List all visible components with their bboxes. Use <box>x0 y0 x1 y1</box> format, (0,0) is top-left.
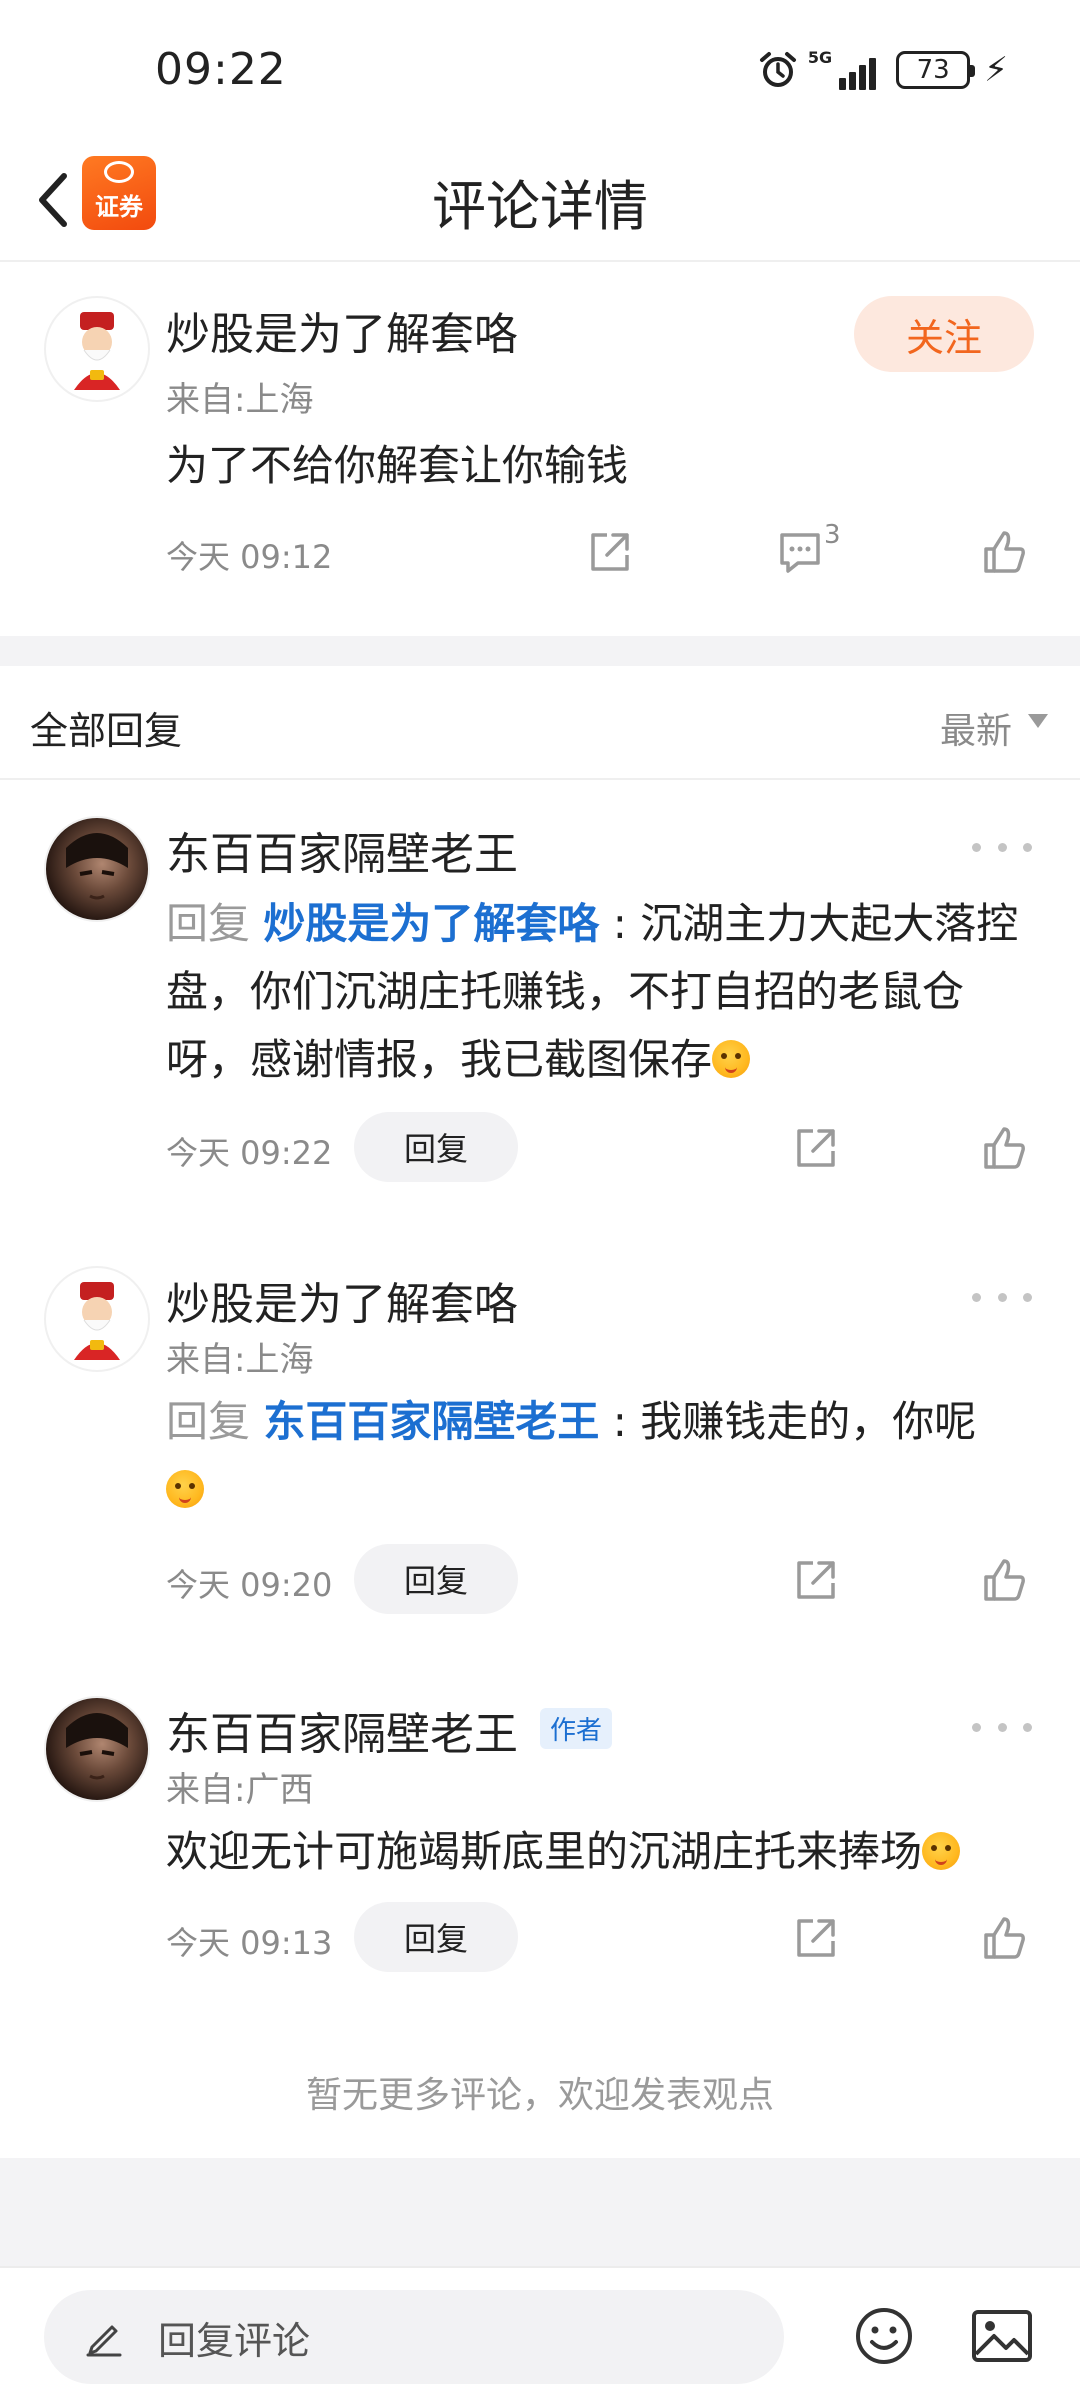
more-options-button[interactable] <box>972 832 1032 862</box>
share-button[interactable] <box>788 1910 844 1966</box>
reply-input[interactable]: 回复评论 <box>44 2290 784 2384</box>
battery-level: 73 <box>916 55 950 85</box>
reply-username[interactable]: 东百百家隔壁老王 <box>166 1698 518 1762</box>
thumbs-up-icon <box>984 531 1025 573</box>
reply-item: 炒股是为了解套咯 来自:上海 回复 东百百家隔壁老王 : 我赚钱走的，你呢 今天… <box>0 1230 1080 1650</box>
like-button[interactable] <box>976 1910 1032 1966</box>
network-type: 5G <box>807 48 833 67</box>
reply-text: 我赚钱走的，你呢 <box>640 1397 977 1446</box>
avatar[interactable] <box>44 816 150 922</box>
mention-link[interactable]: 炒股是为了解套咯 <box>263 899 599 948</box>
bottom-spacer <box>0 2158 1080 2266</box>
status-icons: 5G 73 ⚡ <box>758 50 1008 90</box>
portrait-avatar-icon <box>66 1713 128 1780</box>
reply-content: 回复 东百百家隔壁老王 : 我赚钱走的，你呢 <box>166 1388 1036 1524</box>
caret-down-icon[interactable] <box>1028 714 1048 728</box>
like-button[interactable] <box>976 524 1032 580</box>
comment-count: 3 <box>824 520 841 550</box>
image-icon[interactable] <box>970 2306 1034 2366</box>
author-badge: 作者 <box>540 1708 613 1749</box>
reply-content: 回复 炒股是为了解套咯 : 沉湖主力大起大落控盘，你们沉湖庄托赚钱，不打自招的老… <box>166 890 1036 1094</box>
page-title: 评论详情 <box>432 175 648 238</box>
fortune-god-avatar-icon <box>74 1282 120 1360</box>
flushed-emoji-icon <box>166 1470 204 1508</box>
reply-location: 来自:广西 <box>166 1770 314 1810</box>
thumbs-up-icon <box>984 1917 1025 1959</box>
share-icon <box>797 1129 835 1167</box>
avatar[interactable] <box>44 296 150 402</box>
like-button[interactable] <box>976 1552 1032 1608</box>
reply-prefix: 回复 <box>166 899 264 948</box>
reply-time: 今天 09:20 <box>166 1566 333 1604</box>
like-button[interactable] <box>976 1120 1032 1176</box>
no-more-comments: 暂无更多评论，欢迎发表观点 <box>305 2075 774 2116</box>
share-icon <box>797 1561 835 1599</box>
status-time: 09:22 <box>155 44 287 95</box>
share-button[interactable] <box>788 1120 844 1176</box>
reply-item: 东百百家隔壁老王 作者 来自:广西 欢迎无计可施竭斯底里的沉湖庄托来捧场 今天 … <box>0 1660 1080 2040</box>
share-icon <box>797 1919 835 1957</box>
main-comment: 炒股是为了解套咯 来自:上海 关注 为了不给你解套让你输钱 今天 09:12 3 <box>0 262 1080 636</box>
sort-dropdown[interactable]: 最新 <box>940 702 1012 754</box>
reply-location: 来自:上海 <box>166 1340 314 1380</box>
emoji-icon[interactable] <box>852 2304 916 2368</box>
bottom-input-bar: 回复评论 <box>0 2266 1080 2400</box>
section-divider <box>0 636 1080 666</box>
reply-separator: : <box>599 899 641 948</box>
status-bar: 09:22 5G 73 ⚡ <box>0 0 1080 140</box>
reply-prefix: 回复 <box>166 1397 264 1446</box>
reply-button[interactable]: 回复 <box>354 1544 518 1614</box>
reply-separator: : <box>599 1397 641 1446</box>
share-icon <box>591 533 629 571</box>
reply-username[interactable]: 炒股是为了解套咯 <box>166 1268 518 1332</box>
reply-username[interactable]: 东百百家隔壁老王 <box>166 818 518 882</box>
portrait-avatar-icon <box>66 833 128 900</box>
reply-time: 今天 09:13 <box>166 1924 333 1962</box>
comment-username[interactable]: 炒股是为了解套咯 <box>166 298 518 362</box>
signal-icon: 5G <box>807 48 877 90</box>
follow-button[interactable]: 关注 <box>854 296 1034 372</box>
grin-emoji-icon <box>922 1832 961 1870</box>
reply-text: 欢迎无计可施竭斯底里的沉湖庄托来捧场 <box>166 1827 923 1876</box>
share-button[interactable] <box>788 1552 844 1608</box>
avatar[interactable] <box>44 1266 150 1372</box>
pencil-icon <box>86 2325 122 2357</box>
reply-time: 今天 09:22 <box>166 1134 333 1172</box>
charging-icon: ⚡ <box>984 50 1008 90</box>
battery-icon: 73 <box>896 51 976 89</box>
comment-content: 为了不给你解套让你输钱 <box>166 441 629 490</box>
more-options-button[interactable] <box>972 1712 1032 1742</box>
more-options-button[interactable] <box>972 1282 1032 1312</box>
thumbs-up-icon <box>984 1559 1025 1601</box>
reply-button[interactable]: 回复 <box>354 1902 518 1972</box>
reply-input-placeholder: 回复评论 <box>158 2318 311 2363</box>
kiss-emoji-icon <box>712 1040 751 1078</box>
comment-icon <box>780 533 820 573</box>
fortune-god-avatar-icon <box>74 312 120 390</box>
replies-header: 全部回复 最新 <box>0 666 1080 780</box>
all-replies-title: 全部回复 <box>30 709 183 753</box>
share-button[interactable] <box>582 524 638 580</box>
comment-button[interactable] <box>772 524 828 580</box>
reply-content: 欢迎无计可施竭斯底里的沉湖庄托来捧场 <box>166 1818 1046 1886</box>
comment-time: 今天 09:12 <box>166 538 333 576</box>
comment-location: 来自:上海 <box>166 380 314 420</box>
alarm-icon <box>759 52 796 87</box>
thumbs-up-icon <box>984 1127 1025 1169</box>
reply-item: 东百百家隔壁老王 回复 炒股是为了解套咯 : 沉湖主力大起大落控盘，你们沉湖庄托… <box>0 780 1080 1200</box>
header: 证券 评论详情 <box>0 140 1080 262</box>
avatar[interactable] <box>44 1696 150 1802</box>
mention-link[interactable]: 东百百家隔壁老王 <box>263 1397 599 1446</box>
reply-button[interactable]: 回复 <box>354 1112 518 1182</box>
